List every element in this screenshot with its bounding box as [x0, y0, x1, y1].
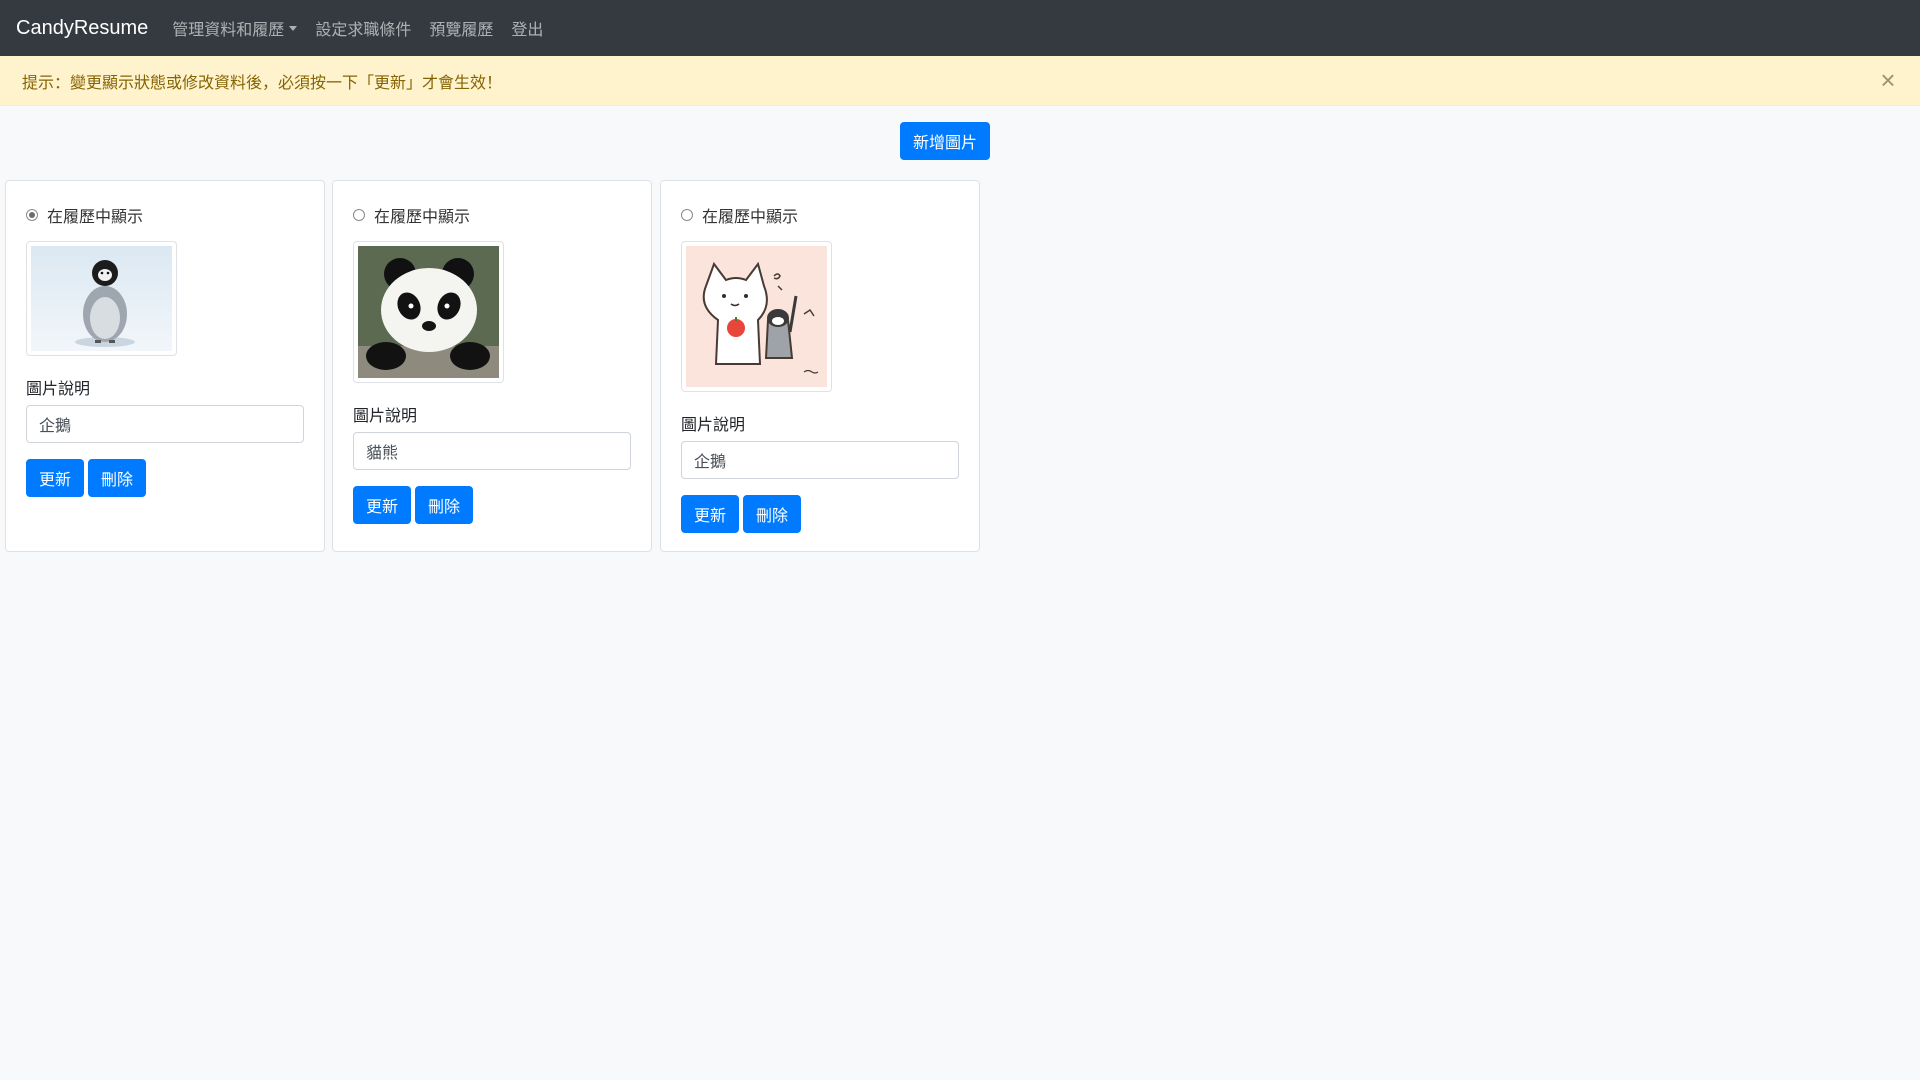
show-in-resume-radio[interactable]: [681, 209, 693, 221]
show-in-resume-option[interactable]: 在履歷中顯示: [353, 203, 470, 227]
nav-manage-dropdown[interactable]: 管理資料和履歷: [172, 16, 298, 40]
show-in-resume-option[interactable]: 在履歷中顯示: [26, 203, 143, 227]
image-card: 在履歷中顯示 圖片說明 更新 刪除: [332, 180, 652, 552]
caret-down-icon: [289, 25, 298, 31]
show-in-resume-option[interactable]: 在履歷中顯示: [681, 203, 798, 227]
top-navbar: CandyResume 管理資料和履歷 設定求職條件 預覽履歷 登出: [0, 0, 1920, 56]
image-card: 在履歷中顯示 圖片說明 更新 刪除: [5, 180, 325, 552]
delete-button[interactable]: 刪除: [88, 459, 146, 497]
delete-button[interactable]: 刪除: [415, 486, 473, 524]
caption-input[interactable]: [353, 432, 631, 470]
caption-label: 圖片說明: [353, 408, 418, 425]
show-in-resume-radio[interactable]: [353, 209, 365, 221]
delete-button[interactable]: 刪除: [743, 495, 801, 533]
image-thumbnail: [26, 241, 177, 356]
update-button[interactable]: 更新: [681, 495, 739, 533]
hint-alert: 提示：變更顯示狀態或修改資料後，必須按一下「更新」才會生效！ ×: [0, 56, 1920, 106]
caption-input[interactable]: [681, 441, 959, 479]
cat-and-penguin-image: [686, 246, 827, 387]
nav-preview-resume[interactable]: 預覽履歷: [429, 16, 493, 40]
show-in-resume-label: 在履歷中顯示: [47, 209, 144, 226]
caption-label: 圖片說明: [681, 417, 746, 434]
show-in-resume-radio[interactable]: [26, 209, 38, 221]
nav-logout[interactable]: 登出: [511, 16, 543, 40]
nav-job-conditions[interactable]: 設定求職條件: [315, 16, 411, 40]
alert-message: 提示：變更顯示狀態或修改資料後，必須按一下「更新」才會生效！: [22, 74, 503, 92]
caption-label: 圖片說明: [26, 381, 91, 398]
image-thumbnail: [681, 241, 832, 392]
image-card: 在履歷中顯示 圖片說明 更新 刪除: [660, 180, 980, 552]
show-in-resume-label: 在履歷中顯示: [374, 209, 471, 226]
update-button[interactable]: 更新: [353, 486, 411, 524]
add-image-button[interactable]: 新增圖片: [900, 122, 990, 160]
show-in-resume-label: 在履歷中顯示: [702, 209, 799, 226]
penguin-chick-image: [31, 246, 172, 351]
close-icon[interactable]: ×: [1876, 67, 1900, 93]
image-thumbnail: [353, 241, 504, 383]
panda-image: [358, 246, 499, 378]
update-button[interactable]: 更新: [26, 459, 84, 497]
caption-input[interactable]: [26, 405, 304, 443]
brand-link[interactable]: CandyResume: [16, 17, 148, 40]
nav-manage-label: 管理資料和履歷: [172, 22, 285, 39]
